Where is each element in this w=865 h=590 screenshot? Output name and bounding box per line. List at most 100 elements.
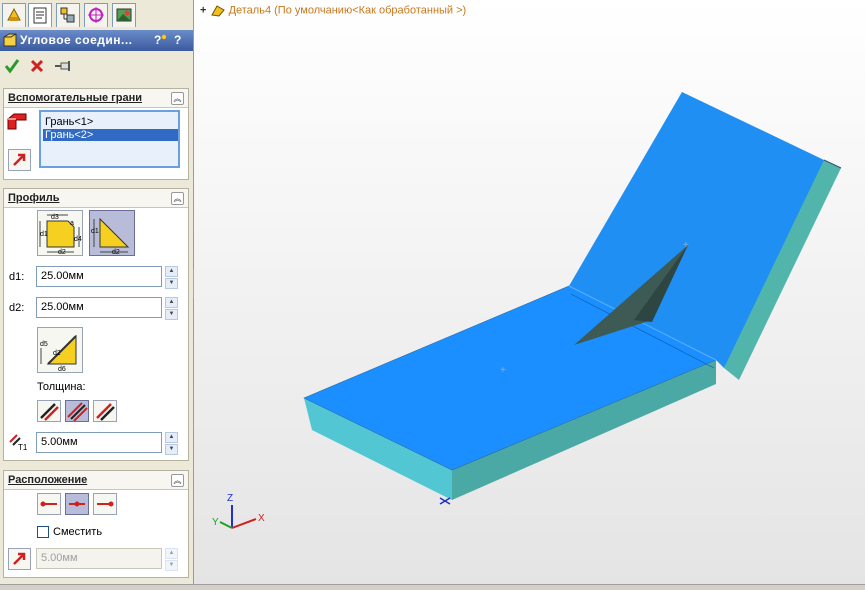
svg-text:Z: Z [227,493,233,504]
configuration-manager-tab[interactable] [56,3,80,27]
cancel-button[interactable] [29,58,45,77]
position-end-button[interactable] [93,493,117,515]
profile-title: Профиль [8,192,60,204]
thickness-both-icon [67,402,88,422]
list-item-selected[interactable]: Грань<2> [43,129,178,141]
thickness-spinner[interactable]: ▲ ▼ [165,432,178,455]
location-header[interactable]: Расположение ︽ [4,471,188,490]
d2-label: d2: [9,302,25,314]
thickness-t1-icon: T1 [7,432,31,455]
triangular-profile-icon: d1 d2 [91,217,130,256]
list-item[interactable]: Грань<1> [43,116,93,128]
thickness-input[interactable]: 5.00мм [36,432,162,453]
spin-up-icon[interactable]: ▲ [165,548,178,559]
reverse-arrow-icon [13,552,26,565]
spin-up-icon[interactable]: ▲ [165,297,178,308]
dimxpert-tab[interactable] [84,3,108,27]
dimxpert-icon [88,7,104,23]
spin-down-icon[interactable]: ▼ [165,444,178,455]
thickness-one-side-right-button[interactable] [93,400,117,422]
svg-text:X: X [258,513,265,524]
svg-text:d2: d2 [112,249,120,255]
offset-label: Сместить [53,526,103,538]
position-middle-button[interactable] [65,493,89,515]
svg-text:d3: d3 [51,214,59,221]
ok-button[interactable] [4,58,20,77]
svg-text:a: a [70,220,74,227]
offset-reverse-button[interactable] [8,548,31,570]
reverse-direction-button[interactable] [8,149,31,171]
d1-spinner[interactable]: ▲ ▼ [165,266,178,289]
spin-up-icon[interactable]: ▲ [165,266,178,277]
feature-title: Угловое соедин... [20,33,133,47]
status-bar [0,584,865,590]
spin-down-icon[interactable]: ▼ [165,309,178,320]
reverse-arrow-icon [13,153,26,166]
thickness-left-icon [40,403,59,421]
manager-tabs [0,0,193,28]
svg-text:d2: d2 [58,249,66,255]
collapse-icon[interactable]: ︽ [171,474,184,487]
position-start-button[interactable] [37,493,61,515]
spin-down-icon[interactable]: ▼ [165,560,178,571]
gusset-profile-type-button[interactable]: d5 d2 d6 [37,327,83,373]
svg-text:d4: d4 [74,236,82,243]
supporting-faces-title: Вспомогательные грани [8,92,142,104]
help-icon[interactable]: ? [174,33,181,47]
coordinate-triad: Z X Y [212,493,265,529]
location-group: Расположение ︽ Сместить 5.00мм ▲ ▼ [3,470,189,578]
thickness-right-icon [96,403,115,421]
action-row [0,56,193,78]
chamfered-profile-icon: d3 d1 a d4 d2 [39,214,82,256]
configuration-manager-icon [60,7,75,23]
corner-bracket-icon [3,33,17,47]
faces-selection-icon [6,111,28,134]
property-manager-header: Угловое соедин... ? ? [0,30,193,51]
offset-input[interactable]: 5.00мм [36,548,162,569]
position-end-icon [97,501,114,507]
supporting-faces-header[interactable]: Вспомогательные грани ︽ [4,89,188,108]
svg-text:+: + [683,240,689,251]
offset-spinner[interactable]: ▲ ▼ [165,548,178,571]
d2-spinner[interactable]: ▲ ▼ [165,297,178,320]
svg-text:d1: d1 [91,228,99,235]
whats-wrong-icon[interactable]: ? [153,33,167,50]
graphics-area[interactable]: + Деталь4 (По умолчанию<Как обработанный… [194,0,865,589]
offset-checkbox[interactable] [37,526,49,538]
d1-label: d1: [9,271,25,283]
collapse-icon[interactable]: ︽ [171,92,184,105]
d2-input[interactable]: 25.00мм [36,297,162,318]
collapse-icon[interactable]: ︽ [171,192,184,205]
svg-text:d2: d2 [53,350,61,357]
spin-down-icon[interactable]: ▼ [165,278,178,289]
chamfer-profile-button[interactable]: d3 d1 a d4 d2 [37,210,83,256]
position-middle-icon [69,501,85,507]
property-manager-icon [33,7,47,24]
thickness-both-sides-button[interactable] [65,400,89,422]
property-manager-panel: Угловое соедин... ? ? Вспомогательные гр… [0,0,194,589]
svg-text:d6: d6 [58,366,66,372]
svg-text:?: ? [154,33,161,47]
location-title: Расположение [8,474,88,486]
svg-text:T1: T1 [18,443,28,452]
display-manager-tab[interactable] [112,3,136,27]
position-start-icon [40,501,57,507]
thickness-label: Толщина: [37,381,86,393]
profile-header[interactable]: Профиль ︽ [4,189,188,208]
spin-up-icon[interactable]: ▲ [165,432,178,443]
svg-text:d1: d1 [40,231,48,238]
checkmark-icon [4,59,20,74]
faces-listbox[interactable]: Грань<1> Грань<2> [39,110,180,168]
feature-manager-tab[interactable] [2,3,26,27]
d1-input[interactable]: 25.00мм [36,266,162,287]
display-manager-icon [116,8,132,22]
keep-visible-button[interactable] [53,58,73,77]
thickness-one-side-left-button[interactable] [37,400,61,422]
feature-manager-icon [7,7,21,21]
gusset-triangle-icon: d5 d2 d6 [40,334,77,373]
property-manager-tab[interactable] [28,3,52,27]
triangular-profile-button[interactable]: d1 d2 [89,210,135,256]
svg-text:+: + [500,365,506,376]
x-icon [30,59,44,73]
svg-text:d5: d5 [40,341,48,348]
